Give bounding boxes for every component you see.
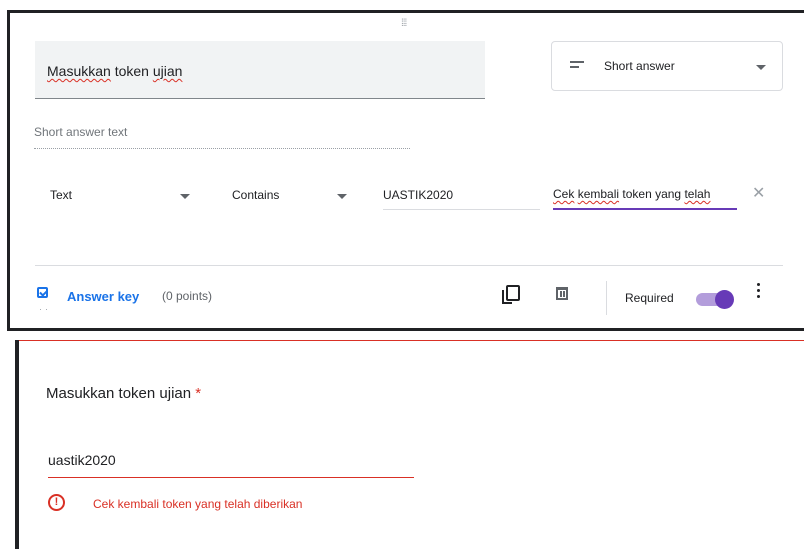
question-title-text: Masukkan token ujian: [47, 63, 183, 79]
short-answer-icon: [570, 61, 584, 71]
question-type-dropdown[interactable]: Short answer: [551, 41, 783, 91]
question-title-field[interactable]: Masukkan token ujian: [35, 41, 485, 99]
more-vert-icon[interactable]: [757, 283, 760, 301]
validation-value-underline: [383, 209, 540, 210]
question-editor-card: ⁞⁞⁞ Masukkan token ujian Short answer Sh…: [7, 10, 804, 331]
chevron-down-icon[interactable]: [180, 194, 190, 199]
short-answer-placeholder: Short answer text: [34, 125, 410, 149]
preview-question-title: Masukkan token ujian *: [46, 385, 201, 402]
preview-answer-input[interactable]: uastik2020: [48, 452, 414, 478]
footer-vertical-divider: [606, 281, 607, 315]
chevron-down-icon: [756, 65, 766, 70]
required-label: Required: [625, 291, 674, 305]
custom-error-text-input[interactable]: Cek kembali token yang telah: [553, 187, 737, 210]
drag-handle-icon[interactable]: ⁞⁞⁞: [401, 19, 407, 29]
delete-icon[interactable]: [556, 287, 568, 300]
duplicate-icon[interactable]: [502, 285, 520, 304]
answer-key-link[interactable]: Answer key: [67, 289, 139, 304]
close-icon[interactable]: ✕: [752, 183, 765, 203]
validation-condition-select[interactable]: Contains: [232, 188, 279, 202]
preview-title-text: Masukkan token ujian: [46, 385, 192, 402]
footer-divider: [35, 265, 783, 266]
error-icon: !: [48, 494, 65, 511]
validation-value-input[interactable]: UASTIK2020: [383, 188, 453, 202]
points-label: (0 points): [162, 289, 213, 303]
answer-key-icon[interactable]: [37, 287, 48, 298]
required-toggle-thumb[interactable]: [715, 290, 734, 309]
validation-type-select[interactable]: Text: [50, 188, 72, 202]
answer-key-dots: ··: [39, 304, 51, 314]
preview-left-border: [15, 340, 19, 549]
chevron-down-icon[interactable]: [337, 194, 347, 199]
required-asterisk: *: [195, 385, 202, 402]
question-preview-card: [15, 340, 804, 549]
question-type-label: Short answer: [604, 59, 675, 73]
validation-error-message: Cek kembali token yang telah diberikan: [93, 497, 303, 511]
